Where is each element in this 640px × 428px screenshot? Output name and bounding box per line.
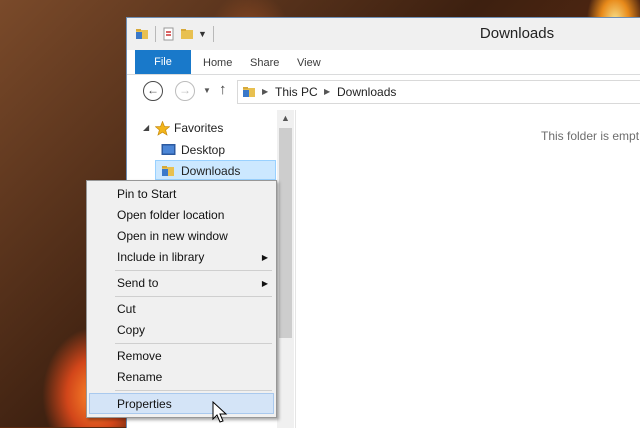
folder-icon: [162, 166, 174, 176]
star-icon: [155, 121, 170, 136]
collapse-icon[interactable]: ◢: [143, 118, 149, 138]
toolbar-separator: [212, 26, 214, 42]
nav-favorites-label: Favorites: [174, 121, 224, 135]
title-bar: ▼ Downloads: [127, 18, 640, 50]
window-title: Downloads: [479, 25, 555, 42]
cursor-icon: [212, 401, 228, 423]
back-icon: ←: [147, 83, 159, 97]
menu-item-open-folder-location[interactable]: Open folder location: [89, 205, 274, 226]
submenu-arrow-icon: ▶: [261, 279, 268, 288]
menu-item-label: Properties: [117, 397, 172, 411]
menu-item-label: Remove: [117, 349, 162, 363]
menu-item-label: Open in new window: [117, 229, 228, 243]
menu-item-rename[interactable]: Rename: [89, 367, 274, 388]
menu-item-remove[interactable]: Remove: [89, 346, 274, 367]
recent-locations-dropdown[interactable]: ▼: [203, 86, 211, 95]
ribbon-tabs: File Home Share View: [127, 50, 640, 75]
nav-downloads-label: Downloads: [181, 164, 241, 178]
menu-item-label: Rename: [117, 370, 163, 384]
nav-scrollbar[interactable]: ▲: [277, 110, 294, 428]
forward-icon: →: [179, 83, 191, 97]
menu-separator: [115, 390, 272, 391]
up-button[interactable]: ↑: [219, 81, 227, 98]
quick-access-toolbar: ▼: [135, 26, 216, 42]
scroll-thumb[interactable]: [279, 128, 292, 338]
menu-item-cut[interactable]: Cut: [89, 299, 274, 320]
scroll-up-icon[interactable]: ▲: [281, 113, 290, 123]
new-folder-icon[interactable]: [180, 27, 194, 41]
address-row: ← → ▼ ↑ ▶ This PC ▶ Downloads: [127, 75, 640, 109]
menu-item-label: Pin to Start: [117, 187, 177, 201]
toolbar-separator: [155, 26, 156, 42]
tab-view[interactable]: View: [297, 50, 321, 74]
menu-item-open-in-new-window[interactable]: Open in new window: [89, 226, 274, 247]
folder-icon[interactable]: [135, 27, 149, 41]
properties-icon[interactable]: [162, 27, 176, 41]
menu-item-pin-to-start[interactable]: Pin to Start: [89, 184, 274, 205]
tab-file[interactable]: File: [135, 50, 191, 74]
empty-folder-message: This folder is empt: [541, 129, 640, 143]
nav-desktop-label: Desktop: [181, 143, 226, 157]
context-menu: Pin to Start Open folder location Open i…: [86, 180, 277, 418]
tab-share[interactable]: Share: [250, 50, 279, 74]
desktop-icon: [161, 144, 176, 155]
customize-toolbar-dropdown[interactable]: ▼: [198, 29, 207, 39]
menu-item-copy[interactable]: Copy: [89, 320, 274, 341]
address-bar[interactable]: ▶ This PC ▶ Downloads: [237, 80, 640, 104]
menu-item-label: Cut: [117, 302, 136, 316]
breadcrumb-separator[interactable]: ▶: [262, 87, 268, 96]
up-icon: ↑: [219, 81, 227, 98]
forward-button[interactable]: →: [175, 81, 195, 101]
menu-item-label: Include in library: [117, 250, 205, 264]
tab-home[interactable]: Home: [203, 50, 232, 74]
folder-icon: [243, 87, 255, 97]
breadcrumb-this-pc[interactable]: This PC: [275, 85, 318, 99]
back-button[interactable]: ←: [143, 81, 163, 101]
menu-item-label: Open folder location: [117, 208, 225, 222]
breadcrumb-separator[interactable]: ▶: [324, 87, 330, 96]
menu-separator: [115, 296, 272, 297]
menu-separator: [115, 343, 272, 344]
menu-item-label: Send to: [117, 276, 159, 290]
menu-item-properties[interactable]: Properties: [89, 393, 274, 414]
breadcrumb-downloads[interactable]: Downloads: [337, 85, 396, 99]
menu-item-send-to[interactable]: Send to ▶: [89, 273, 274, 294]
menu-separator: [115, 270, 272, 271]
menu-item-label: Copy: [117, 323, 146, 337]
menu-item-include-in-library[interactable]: Include in library ▶: [89, 247, 274, 268]
submenu-arrow-icon: ▶: [261, 253, 268, 262]
